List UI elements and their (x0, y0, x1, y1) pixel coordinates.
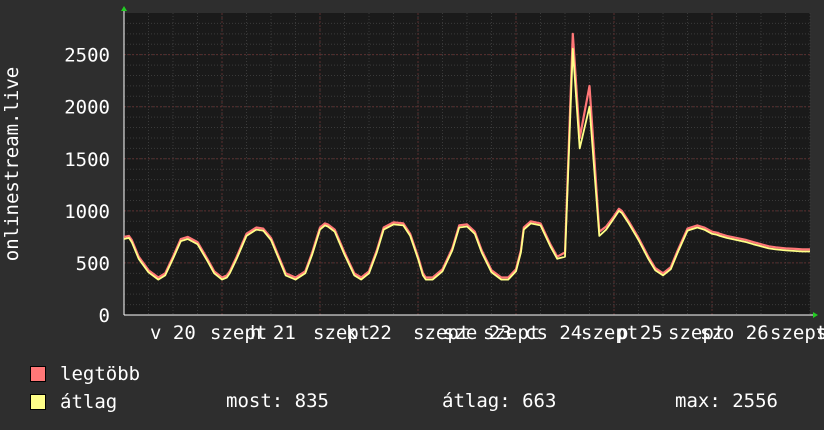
x-tick-label: szo 26 (700, 322, 769, 344)
legend-swatch-max (30, 366, 46, 382)
y-tick-label: 1500 (64, 149, 110, 171)
x-axis-arrow (813, 312, 818, 318)
chart-root: 0 500 1000 1500 2000 2500 onlinestream.live v 2… (0, 0, 824, 430)
legend-label-avg: átlag (60, 391, 118, 413)
y-axis-label: onlinestream.live (1, 67, 23, 261)
y-tick-label: 2000 (64, 97, 110, 119)
y-tick-label: 0 (99, 305, 110, 327)
x-tick-label: h 21 (250, 322, 296, 344)
y-tick-label: 2500 (64, 45, 110, 67)
legend-item-avg: átlag (30, 391, 117, 413)
stat-current: most: 835 (226, 390, 329, 412)
stat-maximum: max: 2556 (675, 390, 778, 412)
x-tick-label: p 25 (617, 322, 663, 344)
stat-average: átlag: 663 (442, 390, 557, 412)
x-tick-label: k 22 (346, 322, 392, 344)
x-tick-label: v 20 (150, 322, 196, 344)
legend-item-max: legtöbb (30, 363, 140, 385)
y-tick-label: 500 (76, 253, 110, 275)
x-tick-label: s (816, 322, 824, 344)
legend-swatch-avg (30, 394, 46, 410)
x-tick-label: cs 24 (525, 322, 582, 344)
y-axis-arrow (121, 6, 127, 11)
legend-label-max: legtöbb (60, 363, 141, 385)
y-tick-label: 1000 (64, 201, 110, 223)
